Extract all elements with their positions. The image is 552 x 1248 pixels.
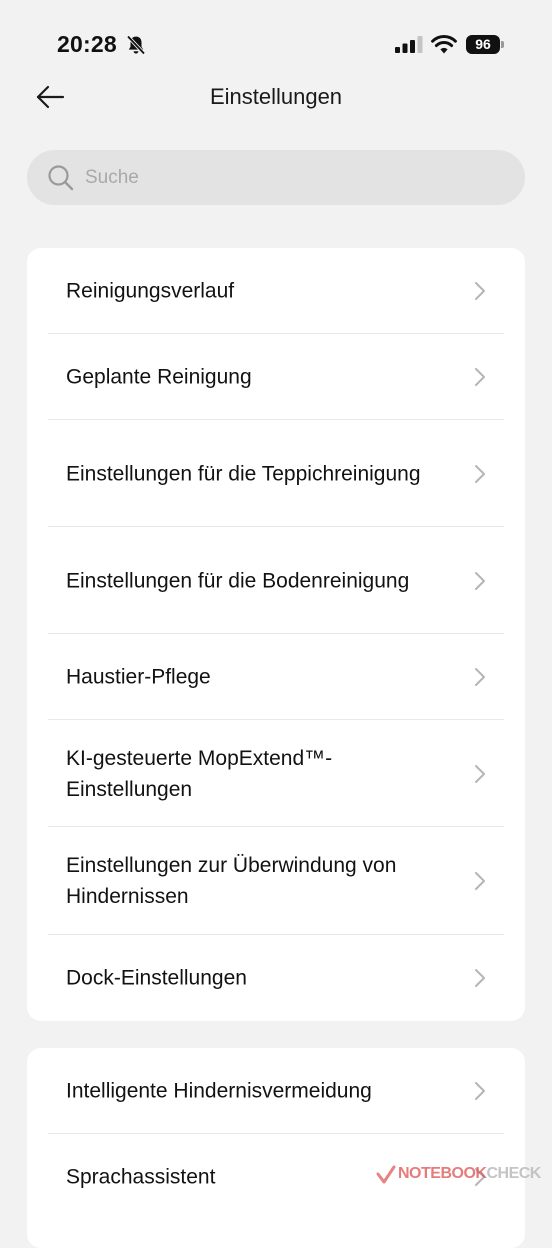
settings-item-cleaning-history[interactable]: Reinigungsverlauf [27, 248, 525, 334]
settings-item-dock-settings[interactable]: Dock-Einstellungen [27, 935, 525, 1021]
battery-icon: 96 [466, 35, 504, 54]
battery-level: 96 [466, 35, 500, 54]
chevron-right-icon [475, 969, 485, 987]
cellular-signal-icon [395, 36, 423, 53]
page-title: Einstellungen [209, 84, 343, 109]
settings-group-secondary: Intelligente Hindernisvermeidung Spracha… [27, 1048, 525, 1248]
settings-item-label: Dock-Einstellungen [66, 966, 247, 990]
chevron-right-icon [475, 1082, 485, 1100]
watermark-logo: NOTEBOOKCHECK [376, 1160, 552, 1190]
watermark-text: NOTEBOOKCHECK [398, 1165, 541, 1183]
search-bar[interactable] [27, 150, 525, 205]
battery-tip [501, 41, 504, 48]
nav-header: Einstellungen [0, 72, 552, 124]
wifi-icon [431, 35, 457, 54]
chevron-right-icon [475, 872, 485, 890]
settings-item-obstacle-crossing[interactable]: Einstellungen zur Überwindung von Hinder… [27, 827, 525, 935]
chevron-right-icon [475, 464, 485, 483]
search-input[interactable] [85, 150, 505, 205]
watermark-part2: CHECK [486, 1165, 541, 1182]
settings-item-pet-care[interactable]: Haustier-Pflege [27, 634, 525, 720]
settings-item-label: Geplante Reinigung [66, 365, 252, 389]
chevron-right-icon [475, 668, 485, 686]
settings-item-label: Einstellungen zur Überwindung von Hinder… [66, 854, 397, 908]
settings-item-mopextend[interactable]: KI-gesteuerte MopExtend™-Einstellungen [27, 720, 525, 827]
settings-item-label: Intelligente Hindernisvermeidung [66, 1079, 372, 1103]
chevron-right-icon [475, 764, 485, 783]
checkmark-logo-icon [376, 1165, 396, 1184]
chevron-right-icon [475, 368, 485, 386]
settings-item-floor-cleaning[interactable]: Einstellungen für die Bodenreinigung [27, 527, 525, 634]
settings-item-obstacle-avoidance[interactable]: Intelligente Hindernisvermeidung [27, 1048, 525, 1134]
chevron-right-icon [475, 571, 485, 590]
settings-item-scheduled-cleaning[interactable]: Geplante Reinigung [27, 334, 525, 420]
settings-item-carpet-cleaning[interactable]: Einstellungen für die Teppichreinigung [27, 420, 525, 527]
status-time: 20:28 [57, 31, 117, 57]
settings-item-label: KI-gesteuerte MopExtend™-Einstellungen [66, 746, 333, 801]
search-icon [48, 165, 74, 191]
bell-slash-icon [126, 35, 146, 55]
settings-item-label: Einstellungen für die Bodenreinigung [66, 569, 410, 592]
settings-item-label: Einstellungen für die Teppichreinigung [66, 462, 421, 485]
watermark-part1: NOTEBOOK [398, 1165, 487, 1182]
settings-item-label: Haustier-Pflege [66, 665, 211, 689]
settings-item-label: Reinigungsverlauf [66, 279, 235, 303]
chevron-right-icon [475, 282, 485, 300]
settings-group-main: Reinigungsverlauf Geplante Reinigung Ein… [27, 248, 525, 1021]
